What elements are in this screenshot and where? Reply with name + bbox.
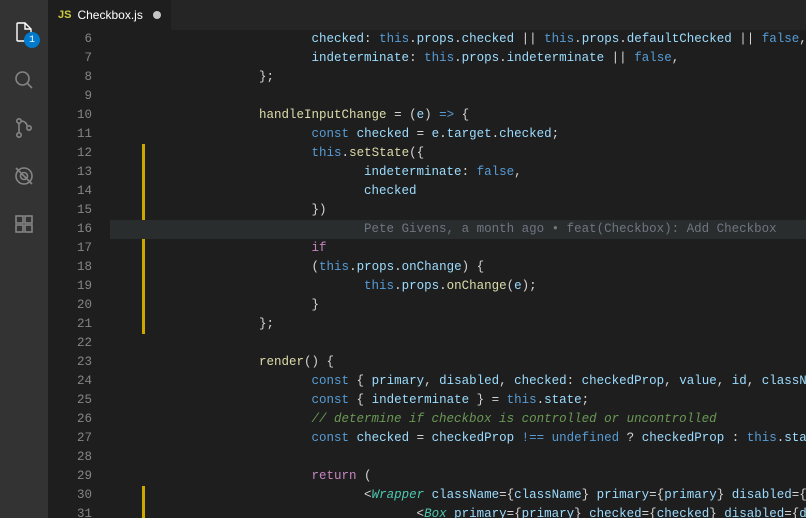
code-line: indeterminate: false,	[154, 163, 806, 182]
code-line: Pete Givens, a month ago • feat(Checkbox…	[110, 220, 806, 239]
code-line: }	[154, 296, 806, 315]
line-number: 30	[48, 486, 92, 505]
code-line	[154, 87, 806, 106]
tab-filename: Checkbox.js	[77, 8, 142, 22]
code-line: handleInputChange = (e) => {	[154, 106, 806, 125]
line-number: 22	[48, 334, 92, 353]
line-number: 11	[48, 125, 92, 144]
explorer-badge: 1	[24, 32, 40, 48]
tab-checkbox-js[interactable]: JS Checkbox.js	[48, 0, 172, 30]
line-number: 12	[48, 144, 92, 163]
line-number: 14	[48, 182, 92, 201]
code-line: render() {	[154, 353, 806, 372]
line-number: 27	[48, 429, 92, 448]
code-content[interactable]: checked: this.props.checked || this.prop…	[110, 30, 806, 518]
line-number: 31	[48, 505, 92, 518]
debug-icon[interactable]	[0, 152, 48, 200]
line-number: 18	[48, 258, 92, 277]
line-number: 9	[48, 87, 92, 106]
activity-bar: 1	[0, 0, 48, 518]
line-number: 25	[48, 391, 92, 410]
code-line: const { primary, disabled, checked: chec…	[154, 372, 806, 391]
tab-bar: JS Checkbox.js	[48, 0, 806, 30]
search-icon[interactable]	[0, 56, 48, 104]
code-line: const checked = checkedProp !== undefine…	[154, 429, 806, 448]
code-line: const { indeterminate } = this.state;	[154, 391, 806, 410]
line-number: 19	[48, 277, 92, 296]
code-line: indeterminate: this.props.indeterminate …	[154, 49, 806, 68]
code-line: })	[154, 201, 806, 220]
code-line: this.setState({	[154, 144, 806, 163]
code-line: checked	[154, 182, 806, 201]
code-line: if	[154, 239, 806, 258]
explorer-icon[interactable]: 1	[0, 8, 48, 56]
line-number: 7	[48, 49, 92, 68]
code-line: this.props.onChange(e);	[154, 277, 806, 296]
line-number: 10	[48, 106, 92, 125]
code-line: // determine if checkbox is controlled o…	[154, 410, 806, 429]
line-number: 26	[48, 410, 92, 429]
line-number: 6	[48, 30, 92, 49]
line-number: 23	[48, 353, 92, 372]
line-number: 24	[48, 372, 92, 391]
line-number: 15	[48, 201, 92, 220]
editor-group: JS Checkbox.js 6789101112131415161718192…	[48, 0, 806, 518]
line-number: 17	[48, 239, 92, 258]
extensions-icon[interactable]	[0, 200, 48, 248]
javascript-file-icon: JS	[58, 9, 71, 21]
line-number: 8	[48, 68, 92, 87]
line-number-gutter: 6789101112131415161718192021222324252627…	[48, 30, 110, 518]
code-line: (this.props.onChange) {	[154, 258, 806, 277]
code-line: <Wrapper className={className} primary={…	[154, 486, 806, 505]
code-line: return (	[154, 467, 806, 486]
code-line: <Box primary={primary} checked={checked}…	[154, 505, 806, 518]
code-line	[154, 334, 806, 353]
dirty-indicator-icon	[153, 11, 161, 19]
line-number: 20	[48, 296, 92, 315]
code-editor[interactable]: 6789101112131415161718192021222324252627…	[48, 30, 806, 518]
source-control-icon[interactable]	[0, 104, 48, 152]
line-number: 21	[48, 315, 92, 334]
line-number: 28	[48, 448, 92, 467]
code-line: const checked = e.target.checked;	[154, 125, 806, 144]
code-line: checked: this.props.checked || this.prop…	[154, 30, 806, 49]
code-line: };	[154, 315, 806, 334]
code-line	[154, 448, 806, 467]
code-line: };	[154, 68, 806, 87]
line-number: 13	[48, 163, 92, 182]
line-number: 29	[48, 467, 92, 486]
line-number: 16	[48, 220, 92, 239]
